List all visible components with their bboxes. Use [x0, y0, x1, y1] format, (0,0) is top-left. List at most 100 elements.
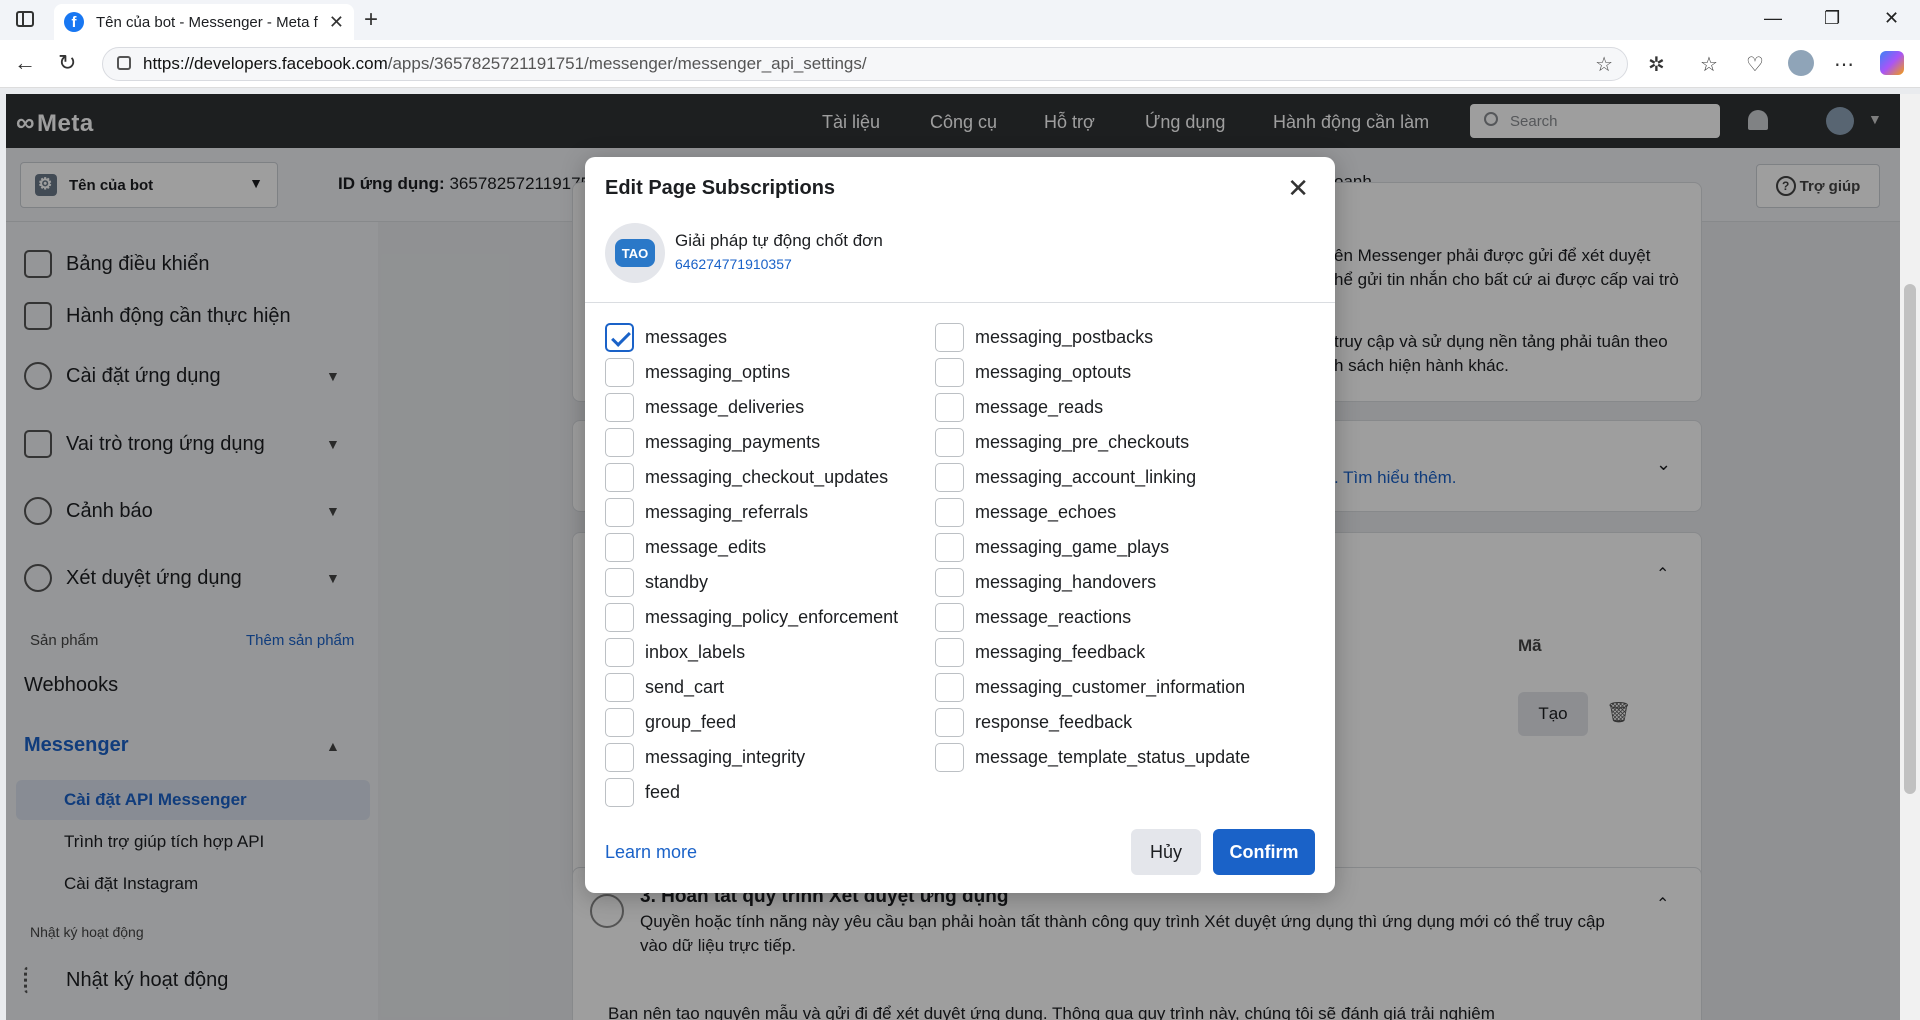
cancel-button[interactable]: Hủy	[1131, 829, 1201, 875]
confirm-button[interactable]: Confirm	[1213, 829, 1315, 875]
subscription-checkbox-row[interactable]: message_edits	[605, 533, 766, 562]
scroll-thumb[interactable]	[1904, 284, 1916, 794]
subscription-checkbox-row[interactable]: send_cart	[605, 673, 724, 702]
checkbox[interactable]	[605, 708, 634, 737]
copilot-icon[interactable]	[1880, 51, 1904, 75]
checkbox[interactable]	[605, 428, 634, 457]
site-info-icon[interactable]	[117, 56, 131, 70]
checkbox[interactable]	[935, 533, 964, 562]
checkbox[interactable]	[935, 463, 964, 492]
checkbox[interactable]	[935, 428, 964, 457]
checkbox[interactable]	[605, 393, 634, 422]
checkbox[interactable]	[935, 743, 964, 772]
checkbox-label: send_cart	[645, 677, 725, 697]
checkbox[interactable]	[605, 358, 634, 387]
subscription-checkbox-row[interactable]: messaging_handovers	[935, 568, 1156, 597]
extensions-icon[interactable]: ✲	[1648, 52, 1665, 77]
url-domain: https://developers.facebook.com	[143, 54, 388, 73]
url-field[interactable]: https://developers.facebook.com/apps/365…	[102, 47, 1628, 81]
checkbox[interactable]	[935, 358, 964, 387]
subscription-checkbox-row[interactable]: messaging_optouts	[935, 358, 1131, 387]
subscription-checkbox-row[interactable]: standby	[605, 568, 708, 597]
checkbox-label: messaging_integrity	[645, 747, 806, 767]
checkbox-label: messaging_pre_checkouts	[975, 432, 1190, 452]
close-window-icon[interactable]: ✕	[1884, 8, 1899, 29]
dialog-title: Edit Page Subscriptions	[605, 177, 836, 199]
favorite-star-icon[interactable]: ☆	[1595, 52, 1613, 77]
subscription-checkbox-row[interactable]: inbox_labels	[605, 638, 745, 667]
sidebar-toggle-icon[interactable]	[16, 11, 34, 27]
checkbox[interactable]	[605, 323, 634, 352]
more-options-icon[interactable]: ⋯	[1834, 52, 1854, 77]
divider	[585, 302, 1335, 303]
checkbox-label: messaging_checkout_updates	[645, 467, 889, 487]
page-scrollbar[interactable]	[1900, 94, 1920, 1020]
checkbox[interactable]	[605, 568, 634, 597]
browser-tab[interactable]: f Tên của bot - Messenger - Meta f ✕	[54, 4, 354, 40]
subscription-checkbox-row[interactable]: messaging_integrity	[605, 743, 805, 772]
subscription-checkbox-row[interactable]: message_reactions	[935, 603, 1131, 632]
checkbox[interactable]	[605, 638, 634, 667]
checkbox[interactable]	[935, 393, 964, 422]
profile-avatar[interactable]	[1788, 50, 1814, 76]
subscription-checkbox-row[interactable]: message_template_status_update	[935, 743, 1250, 772]
checkbox-label: messaging_game_plays	[975, 537, 1170, 557]
back-icon[interactable]: ←	[14, 50, 36, 76]
checkbox[interactable]	[935, 568, 964, 597]
checkbox[interactable]	[935, 323, 964, 352]
checkbox[interactable]	[935, 708, 964, 737]
subscription-checkbox-row[interactable]: messaging_referrals	[605, 498, 808, 527]
subscription-checkbox-row[interactable]: messaging_checkout_updates	[605, 463, 888, 492]
learn-more-link[interactable]: Learn more	[605, 842, 697, 863]
address-bar-row: ← ↻ https://developers.facebook.com/apps…	[0, 40, 1920, 88]
close-tab-icon[interactable]: ✕	[329, 12, 344, 33]
checkbox[interactable]	[605, 673, 634, 702]
subscription-checkbox-row[interactable]: messaging_account_linking	[935, 463, 1196, 492]
subscription-checkbox-row[interactable]: response_feedback	[935, 708, 1132, 737]
edit-page-subscriptions-dialog: Edit Page Subscriptions ✕ TAO Giải pháp …	[585, 157, 1335, 893]
checkbox[interactable]	[605, 498, 634, 527]
checkbox-label: messaging_handovers	[975, 572, 1157, 592]
new-tab-icon[interactable]: +	[364, 6, 378, 34]
checkbox[interactable]	[605, 778, 634, 807]
checkbox-label: message_edits	[645, 537, 767, 557]
checkbox-label: message_deliveries	[645, 397, 805, 417]
checkbox-label: messaging_postbacks	[975, 327, 1154, 347]
checkbox[interactable]	[935, 498, 964, 527]
favorites-icon[interactable]: ☆	[1700, 52, 1718, 77]
page-id-link[interactable]: 646274771910357	[675, 256, 792, 272]
subscription-checkbox-row[interactable]: messaging_feedback	[935, 638, 1145, 667]
restore-icon[interactable]: ❐	[1824, 8, 1840, 29]
health-icon[interactable]: ♡	[1746, 52, 1764, 77]
subscription-checkbox-row[interactable]: message_echoes	[935, 498, 1116, 527]
checkbox[interactable]	[605, 743, 634, 772]
subscription-checkbox-row[interactable]: message_deliveries	[605, 393, 804, 422]
checkbox[interactable]	[935, 673, 964, 702]
subscription-checkbox-row[interactable]: group_feed	[605, 708, 736, 737]
checkbox[interactable]	[605, 533, 634, 562]
subscription-checkbox-row[interactable]: feed	[605, 778, 680, 807]
checkbox-label: messaging_optouts	[975, 362, 1132, 382]
checkbox-label: standby	[645, 572, 709, 592]
checkbox-label: message_template_status_update	[975, 747, 1251, 767]
checkbox[interactable]	[605, 603, 634, 632]
checkbox[interactable]	[605, 463, 634, 492]
subscription-checkbox-row[interactable]: message_reads	[935, 393, 1103, 422]
page-avatar-logo: TAO	[615, 239, 655, 267]
subscription-checkbox-row[interactable]: messaging_payments	[605, 428, 820, 457]
reload-icon[interactable]: ↻	[58, 50, 76, 76]
subscription-checkbox-row[interactable]: messaging_game_plays	[935, 533, 1169, 562]
subscription-checkbox-row[interactable]: messages	[605, 323, 727, 352]
minimize-icon[interactable]: —	[1764, 8, 1782, 29]
checkbox-label: messaging_payments	[645, 432, 821, 452]
browser-tab-bar: f Tên của bot - Messenger - Meta f ✕ + —…	[0, 0, 1920, 40]
subscription-checkbox-row[interactable]: messaging_customer_information	[935, 673, 1245, 702]
subscription-checkbox-row[interactable]: messaging_optins	[605, 358, 790, 387]
close-icon[interactable]: ✕	[1287, 173, 1309, 204]
checkbox-label: messaging_account_linking	[975, 467, 1197, 487]
checkbox[interactable]	[935, 638, 964, 667]
subscription-checkbox-row[interactable]: messaging_postbacks	[935, 323, 1153, 352]
subscription-checkbox-row[interactable]: messaging_pre_checkouts	[935, 428, 1189, 457]
checkbox[interactable]	[935, 603, 964, 632]
subscription-checkbox-row[interactable]: messaging_policy_enforcement	[605, 603, 898, 632]
